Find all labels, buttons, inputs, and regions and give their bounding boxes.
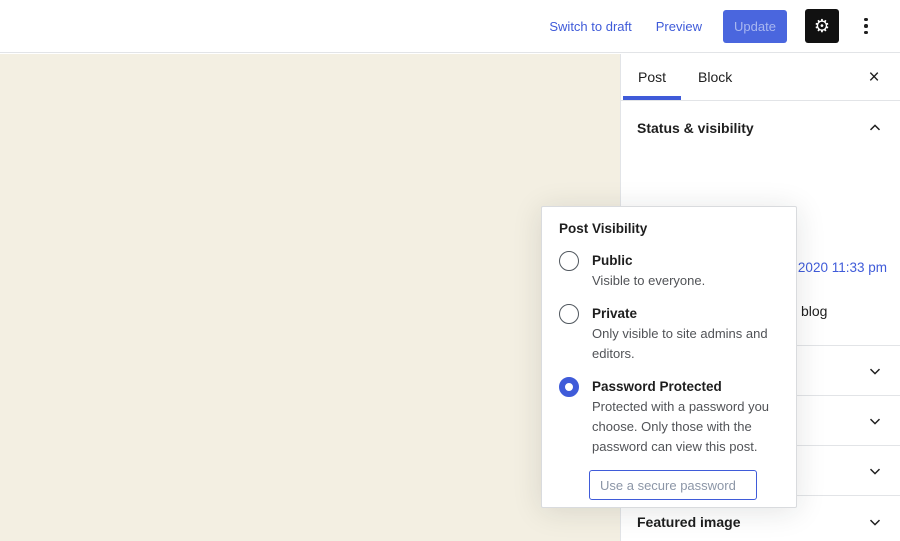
option-label-password[interactable]: Password Protected [592, 377, 779, 397]
chevron-down-icon [866, 412, 884, 430]
chevron-down-icon [866, 462, 884, 480]
radio-public[interactable] [559, 251, 579, 271]
editor-canvas[interactable] [0, 54, 620, 541]
editor-topbar: Switch to draft Preview Update ⚙ [0, 0, 900, 53]
visibility-option-private: Private Only visible to site admins and … [559, 304, 779, 364]
visibility-option-password: Password Protected Protected with a pass… [559, 377, 779, 457]
gear-icon: ⚙ [814, 17, 830, 35]
panel-title: Status & visibility [637, 120, 754, 136]
radio-private[interactable] [559, 304, 579, 324]
preview-link[interactable]: Preview [656, 19, 702, 34]
password-input[interactable] [589, 470, 757, 500]
option-description-private: Only visible to site admins and editors. [592, 324, 779, 364]
option-label-private[interactable]: Private [592, 304, 779, 324]
radio-password-protected[interactable] [559, 377, 579, 397]
chevron-up-icon [866, 119, 884, 137]
more-options-button[interactable] [856, 9, 876, 43]
panel-title: Featured image [637, 514, 740, 530]
switch-to-draft-link[interactable]: Switch to draft [549, 19, 631, 34]
kebab-icon [864, 18, 868, 35]
status-visibility-header[interactable]: Status & visibility [621, 102, 900, 154]
sidebar-tabs: Post Block × [621, 54, 900, 101]
publish-date-button[interactable]: 2020 11:33 pm [798, 260, 887, 275]
popover-title: Post Visibility [559, 219, 779, 239]
update-button[interactable]: Update [723, 10, 787, 43]
visibility-option-public: Public Visible to everyone. [559, 251, 779, 291]
chevron-down-icon [866, 513, 884, 531]
tab-post[interactable]: Post [623, 54, 681, 100]
sticky-label-fragment: blog [801, 303, 827, 319]
post-visibility-popover: Post Visibility Public Visible to everyo… [541, 206, 797, 508]
chevron-down-icon [866, 362, 884, 380]
option-description-password: Protected with a password you choose. On… [592, 397, 779, 457]
option-label-public[interactable]: Public [592, 251, 779, 271]
close-icon: × [868, 67, 879, 89]
settings-button[interactable]: ⚙ [805, 9, 839, 43]
option-description-public: Visible to everyone. [592, 271, 779, 291]
close-sidebar-button[interactable]: × [860, 64, 888, 92]
wordpress-editor: Switch to draft Preview Update ⚙ Post Bl… [0, 0, 900, 541]
tab-block[interactable]: Block [683, 54, 747, 100]
